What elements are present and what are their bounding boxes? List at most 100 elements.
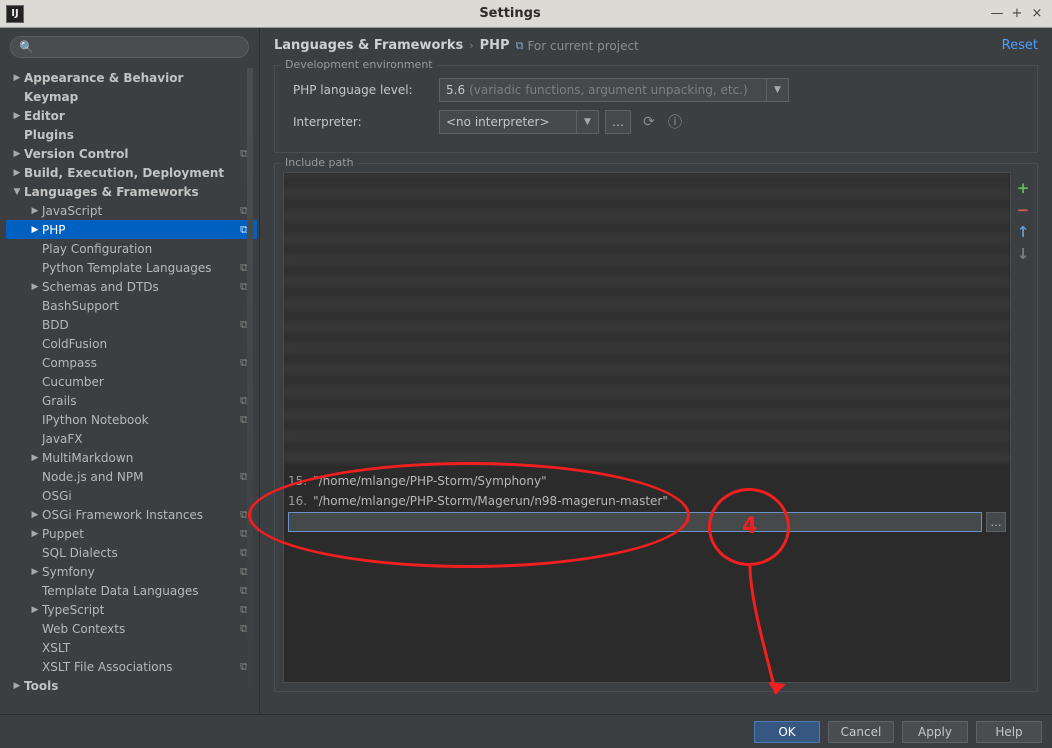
- tree-item[interactable]: ▶Tools: [6, 676, 257, 695]
- tree-item[interactable]: Grails⧉: [6, 391, 257, 410]
- row-path: "/home/mlange/PHP-Storm/Magerun/n98-mage…: [313, 494, 668, 508]
- include-path-group: Include path 15. "/home/mlange/PHP-Storm…: [274, 163, 1038, 692]
- tree-item[interactable]: SQL Dialects⧉: [6, 543, 257, 562]
- ok-button[interactable]: OK: [754, 721, 820, 743]
- breadcrumb-root[interactable]: Languages & Frameworks: [274, 38, 463, 53]
- tree-item-label: OSGi Framework Instances: [42, 508, 237, 522]
- tree-item[interactable]: ▶Schemas and DTDs⧉: [6, 277, 257, 296]
- info-icon[interactable]: ⓘ: [667, 112, 683, 132]
- breadcrumb-leaf: PHP: [480, 38, 510, 53]
- maximize-icon[interactable]: +: [1010, 6, 1024, 21]
- dev-env-legend: Development environment: [281, 58, 437, 71]
- disclosure-icon: ▶: [28, 225, 42, 235]
- include-path-row[interactable]: 16. "/home/mlange/PHP-Storm/Magerun/n98-…: [288, 491, 1006, 511]
- settings-tree[interactable]: ▶Appearance & BehaviorKeymap▶EditorPlugi…: [0, 66, 259, 714]
- disclosure-icon: ▶: [28, 529, 42, 539]
- interpreter-select[interactable]: <no interpreter>: [439, 110, 577, 134]
- tree-item-label: XSLT: [42, 641, 251, 655]
- interpreter-label: Interpreter:: [293, 115, 439, 129]
- tree-item-label: BashSupport: [42, 299, 251, 313]
- tree-item[interactable]: IPython Notebook⧉: [6, 410, 257, 429]
- tree-item[interactable]: ▶Version Control⧉: [6, 144, 257, 163]
- tree-item[interactable]: BDD⧉: [6, 315, 257, 334]
- include-path-input[interactable]: [288, 512, 982, 532]
- dropdown-icon[interactable]: ▼: [577, 110, 599, 134]
- tree-item[interactable]: OSGi: [6, 486, 257, 505]
- disclosure-icon: ▶: [28, 567, 42, 577]
- dropdown-icon[interactable]: ▼: [767, 78, 789, 102]
- tree-item[interactable]: ▶Appearance & Behavior: [6, 68, 257, 87]
- tree-item-label: JavaFX: [42, 432, 251, 446]
- help-button[interactable]: Help: [976, 721, 1042, 743]
- tree-item[interactable]: Python Template Languages⧉: [6, 258, 257, 277]
- tree-item-label: SQL Dialects: [42, 546, 237, 560]
- tree-item-label: OSGi: [42, 489, 251, 503]
- tree-item-label: PHP: [42, 223, 237, 237]
- move-up-icon[interactable]: ↑: [1015, 224, 1031, 240]
- tree-item[interactable]: ▶Editor: [6, 106, 257, 125]
- refresh-icon[interactable]: ⟳: [641, 114, 657, 130]
- include-path-legend: Include path: [281, 156, 358, 169]
- close-icon[interactable]: ×: [1030, 6, 1044, 21]
- tree-item-label: Template Data Languages: [42, 584, 237, 598]
- interpreter-browse-button[interactable]: …: [605, 110, 631, 134]
- php-level-select[interactable]: 5.6 (variadic functions, argument unpack…: [439, 78, 767, 102]
- disclosure-icon: ▶: [28, 206, 42, 216]
- include-path-browse-button[interactable]: …: [986, 512, 1006, 532]
- tree-item[interactable]: ▶MultiMarkdown: [6, 448, 257, 467]
- tree-item[interactable]: Plugins: [6, 125, 257, 144]
- tree-item[interactable]: Template Data Languages⧉: [6, 581, 257, 600]
- tree-item[interactable]: ▶TypeScript⧉: [6, 600, 257, 619]
- disclosure-icon: ▶: [10, 681, 24, 691]
- tree-item[interactable]: Compass⧉: [6, 353, 257, 372]
- tree-item[interactable]: BashSupport: [6, 296, 257, 315]
- tree-item[interactable]: ▼Languages & Frameworks: [6, 182, 257, 201]
- move-down-icon[interactable]: ↓: [1015, 246, 1031, 262]
- disclosure-icon: ▶: [28, 282, 42, 292]
- tree-item-label: MultiMarkdown: [42, 451, 251, 465]
- tree-item[interactable]: Web Contexts⧉: [6, 619, 257, 638]
- tree-item[interactable]: ▶Build, Execution, Deployment: [6, 163, 257, 182]
- splitter[interactable]: [247, 68, 253, 708]
- tree-item[interactable]: XSLT: [6, 638, 257, 657]
- add-icon[interactable]: +: [1015, 180, 1031, 196]
- tree-item[interactable]: Cucumber: [6, 372, 257, 391]
- php-level-label: PHP language level:: [293, 83, 439, 97]
- apply-button[interactable]: Apply: [902, 721, 968, 743]
- tree-item[interactable]: ColdFusion: [6, 334, 257, 353]
- tree-item[interactable]: Play Configuration: [6, 239, 257, 258]
- tree-item-label: Grails: [42, 394, 237, 408]
- redacted-paths: [284, 173, 1010, 463]
- cancel-button[interactable]: Cancel: [828, 721, 894, 743]
- tree-item-label: Node.js and NPM: [42, 470, 237, 484]
- row-number: 16.: [288, 494, 307, 508]
- tree-item[interactable]: Node.js and NPM⧉: [6, 467, 257, 486]
- include-path-list[interactable]: 15. "/home/mlange/PHP-Storm/Symphony" 16…: [283, 172, 1011, 683]
- tree-item[interactable]: Keymap: [6, 87, 257, 106]
- tree-item[interactable]: ▶OSGi Framework Instances⧉: [6, 505, 257, 524]
- include-path-toolbar: + − ↑ ↓: [1011, 172, 1033, 683]
- tree-item[interactable]: XSLT File Associations⧉: [6, 657, 257, 676]
- search-input[interactable]: [38, 40, 240, 54]
- disclosure-icon: ▶: [10, 168, 24, 178]
- tree-item-label: IPython Notebook: [42, 413, 237, 427]
- tree-item-label: Cucumber: [42, 375, 251, 389]
- search-box[interactable]: 🔍: [10, 36, 249, 58]
- tree-item-label: Appearance & Behavior: [24, 71, 251, 85]
- row-path: "/home/mlange/PHP-Storm/Symphony": [313, 474, 547, 488]
- app-icon: IJ: [6, 5, 24, 23]
- remove-icon[interactable]: −: [1015, 202, 1031, 218]
- reset-link[interactable]: Reset: [1002, 38, 1038, 53]
- breadcrumb: Languages & Frameworks › PHP ⧉ For curre…: [274, 38, 1038, 53]
- include-path-row[interactable]: 15. "/home/mlange/PHP-Storm/Symphony": [288, 471, 1006, 491]
- php-level-value: 5.6: [446, 83, 465, 97]
- tree-item[interactable]: ▶Puppet⧉: [6, 524, 257, 543]
- tree-item[interactable]: ▶Symfony⧉: [6, 562, 257, 581]
- php-level-hint: (variadic functions, argument unpacking,…: [469, 83, 748, 97]
- tree-item-label: Symfony: [42, 565, 237, 579]
- tree-item-label: Play Configuration: [42, 242, 251, 256]
- tree-item[interactable]: JavaFX: [6, 429, 257, 448]
- tree-item[interactable]: ▶JavaScript⧉: [6, 201, 257, 220]
- tree-item[interactable]: ▶PHP⧉: [6, 220, 257, 239]
- minimize-icon[interactable]: —: [990, 6, 1004, 21]
